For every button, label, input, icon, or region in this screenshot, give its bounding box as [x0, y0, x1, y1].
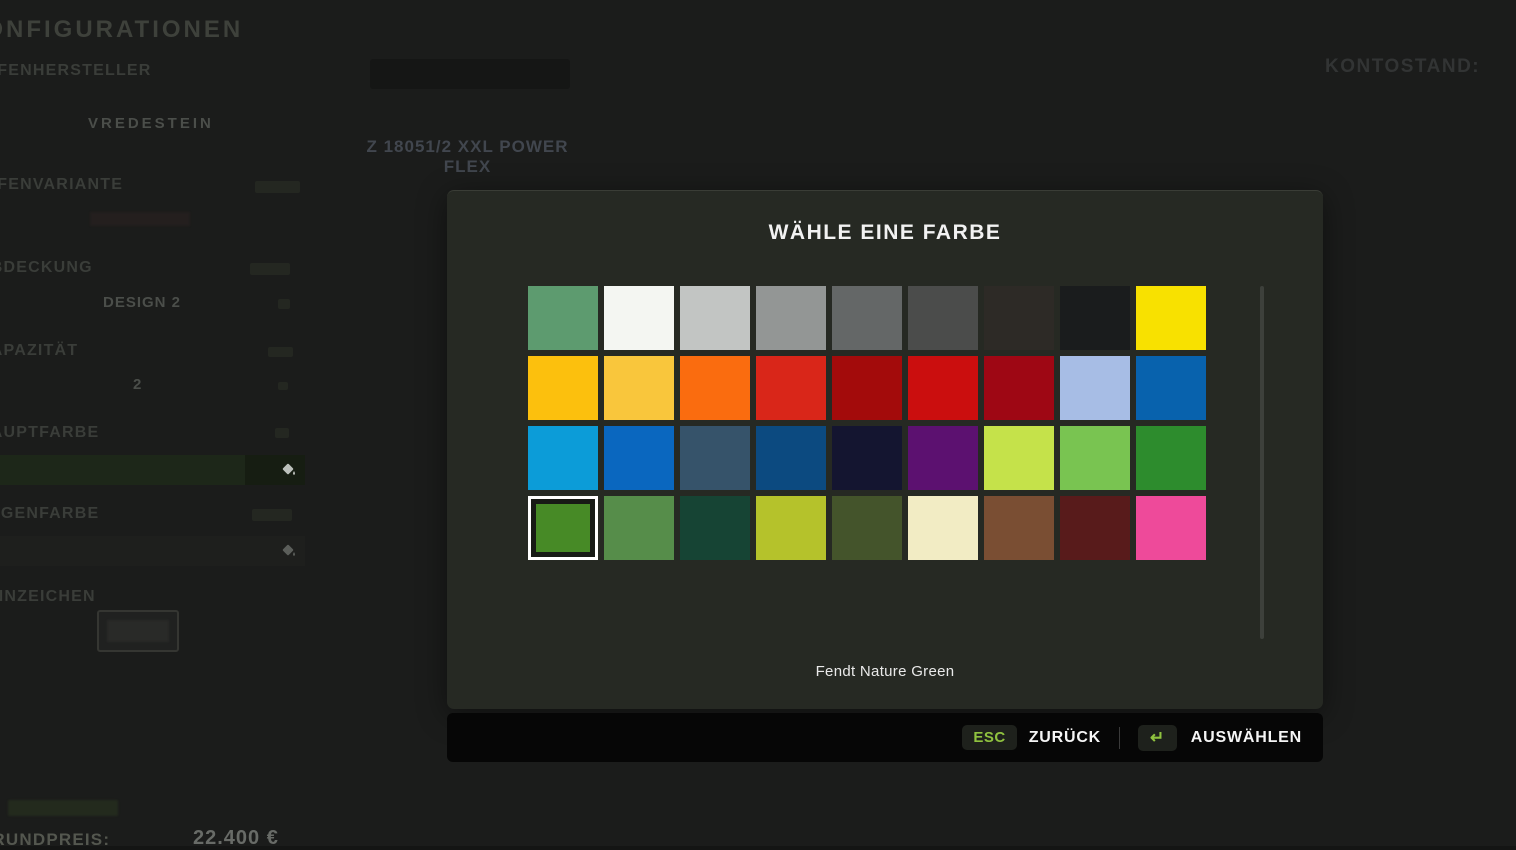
color-swatch[interactable]	[1060, 496, 1130, 560]
color-swatch[interactable]	[756, 286, 826, 350]
color-swatch[interactable]	[1060, 426, 1130, 490]
color-swatch[interactable]	[528, 286, 598, 350]
color-swatch-selected[interactable]	[528, 496, 598, 560]
color-picker-dialog: WÄHLE EINE FARBE Fendt Nature Green	[447, 190, 1323, 709]
color-swatch[interactable]	[1060, 356, 1130, 420]
color-swatch[interactable]	[680, 286, 750, 350]
cover-option-design2: DESIGN 2	[103, 294, 181, 311]
color-swatch[interactable]	[832, 286, 902, 350]
dialog-footer-bar: ESC ZURÜCK ↵ AUSWÄHLEN	[447, 713, 1323, 762]
esc-keycap: ESC	[962, 725, 1016, 750]
color-swatch-grid	[528, 286, 1206, 560]
paint-bucket-icon	[281, 543, 297, 559]
footer-divider	[1119, 727, 1120, 749]
color-swatch[interactable]	[528, 356, 598, 420]
enter-keycap: ↵	[1138, 725, 1177, 751]
color-swatch[interactable]	[604, 356, 674, 420]
dialog-title: WÄHLE EINE FARBE	[447, 221, 1323, 245]
color-swatch[interactable]	[604, 286, 674, 350]
color-swatch[interactable]	[528, 426, 598, 490]
color-swatch[interactable]	[984, 496, 1054, 560]
dim-value	[278, 382, 288, 390]
dim-value	[278, 299, 290, 309]
dimmed-variant-value	[90, 212, 190, 226]
paint-bucket-icon	[281, 462, 297, 478]
color-swatch[interactable]	[604, 496, 674, 560]
color-swatch[interactable]	[604, 426, 674, 490]
select-button[interactable]: AUSWÄHLEN	[1191, 729, 1302, 747]
section-rim-color: FELGENFARBE	[0, 505, 99, 523]
rim-color-row	[0, 536, 305, 566]
section-main-color: HAUPTFARBE	[0, 424, 99, 442]
scrollbar[interactable]	[1260, 286, 1264, 639]
section-tire-manufacturer: REIFENHERSTELLER	[0, 62, 152, 80]
capacity-option-2: 2	[133, 376, 142, 393]
color-swatch[interactable]	[680, 426, 750, 490]
color-swatch[interactable]	[832, 496, 902, 560]
base-price-value: 22.400 €	[193, 827, 279, 850]
color-swatch[interactable]	[756, 356, 826, 420]
dim-value	[268, 347, 293, 357]
color-swatch[interactable]	[756, 496, 826, 560]
color-swatch[interactable]	[1060, 286, 1130, 350]
color-swatch[interactable]	[984, 356, 1054, 420]
color-swatch[interactable]	[908, 286, 978, 350]
account-balance-label: KONTOSTAND:	[1325, 56, 1480, 78]
color-swatch[interactable]	[832, 426, 902, 490]
color-swatch[interactable]	[680, 496, 750, 560]
color-swatch[interactable]	[908, 496, 978, 560]
color-swatch[interactable]	[984, 426, 1054, 490]
color-swatch[interactable]	[908, 426, 978, 490]
color-swatch[interactable]	[1136, 356, 1206, 420]
license-plate-text-smudge	[107, 620, 169, 642]
vehicle-name: Z 18051/2 XXL POWER FLEX	[355, 137, 580, 177]
page-title: KONFIGURATIONEN	[0, 16, 243, 44]
dimmed-selected-color-text	[8, 800, 118, 816]
section-license-plate: KENNZEICHEN	[0, 588, 96, 606]
color-swatch[interactable]	[832, 356, 902, 420]
dim-value	[250, 263, 290, 275]
base-price-label: GRUNDPREIS:	[0, 830, 110, 850]
selected-color-name: Fendt Nature Green	[447, 663, 1323, 680]
color-swatch[interactable]	[1136, 496, 1206, 560]
dim-value	[255, 181, 300, 193]
color-swatch[interactable]	[1136, 426, 1206, 490]
color-swatch[interactable]	[908, 356, 978, 420]
dim-value	[275, 428, 289, 438]
license-plate-preview	[97, 610, 179, 652]
dimmed-tab-bar	[370, 59, 570, 89]
section-cover: ABDECKUNG	[0, 259, 93, 277]
section-capacity: KAPAZITÄT	[0, 342, 78, 360]
selected-swatch-color	[536, 504, 590, 552]
selected-main-color-row	[0, 455, 305, 485]
back-button[interactable]: ZURÜCK	[1029, 729, 1101, 747]
config-screen-background: KONFIGURATIONEN KONTOSTAND: REIFENHERSTE…	[0, 0, 1516, 846]
dim-value	[252, 509, 292, 521]
section-tire-variant: REIFENVARIANTE	[0, 176, 123, 194]
brand-logo-vredestein: VREDESTEIN	[88, 115, 214, 132]
color-swatch[interactable]	[984, 286, 1054, 350]
color-swatch[interactable]	[680, 356, 750, 420]
color-swatch[interactable]	[756, 426, 826, 490]
color-swatch[interactable]	[1136, 286, 1206, 350]
